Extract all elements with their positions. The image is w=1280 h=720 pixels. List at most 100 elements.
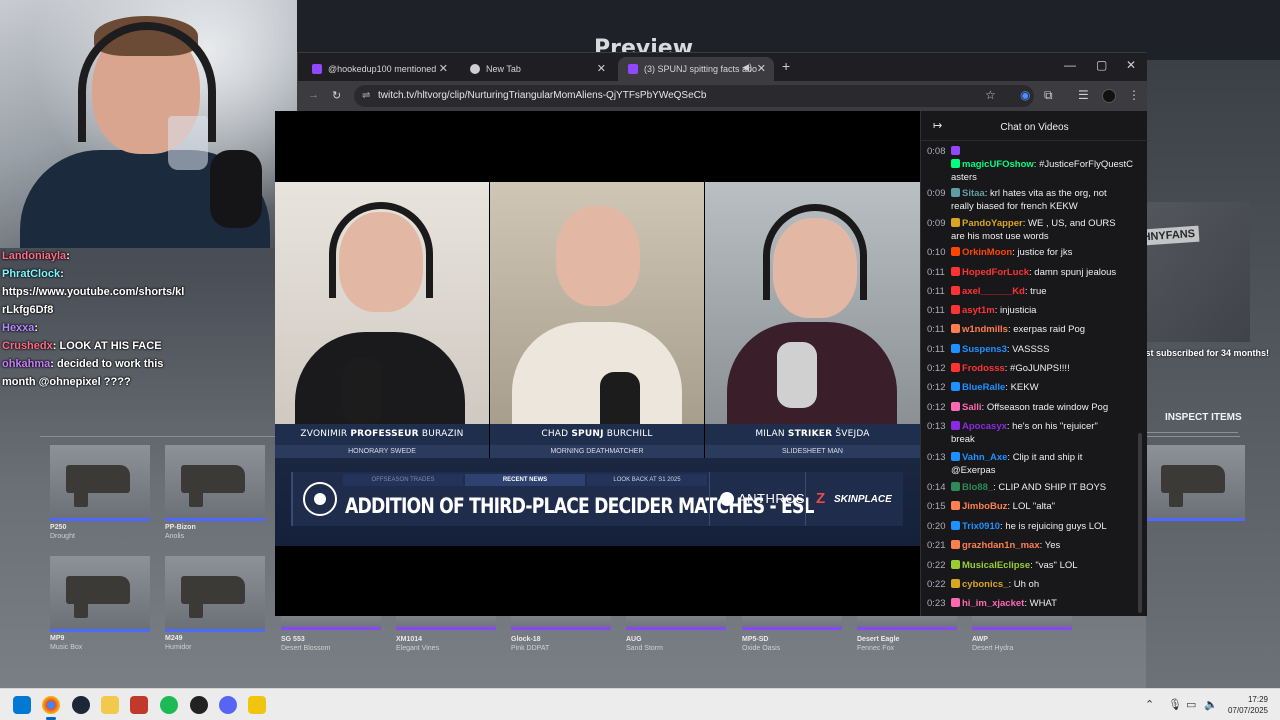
chat-username[interactable]: OrkinMoon: [962, 247, 1012, 258]
windows-start-icon[interactable]: [13, 696, 31, 714]
chat-timestamp[interactable]: 0:22: [927, 559, 949, 572]
item-card-strip[interactable]: [511, 616, 611, 630]
chat-timestamp[interactable]: 0:21: [927, 539, 949, 552]
item-card[interactable]: PP-Bizon Anolis: [165, 445, 265, 540]
chat-username[interactable]: cybonics_: [962, 579, 1008, 590]
chat-timestamp[interactable]: 0:09: [927, 187, 949, 200]
close-icon[interactable]: ✕: [597, 62, 606, 75]
chat-username[interactable]: asyt1m: [962, 305, 995, 316]
headset-icon: [329, 202, 433, 298]
tab-clip[interactable]: (3) SPUNJ spitting facts abo ◀) ✕: [618, 57, 774, 81]
chat-username[interactable]: BlueRalle: [962, 382, 1005, 393]
chat-timestamp[interactable]: 0:08: [927, 145, 949, 158]
minimize-icon[interactable]: —: [1064, 58, 1076, 72]
item-card[interactable]: M249 Humidor: [165, 556, 265, 651]
chat-timestamp[interactable]: 0:11: [927, 323, 949, 336]
chat-username[interactable]: Sitaa: [962, 188, 985, 199]
tab-new-tab[interactable]: New Tab ✕: [460, 57, 614, 81]
chat-text: : Offseason trade window Pog: [981, 402, 1109, 413]
video-player[interactable]: ZVONIMIR PROFESSEUR BURAZIN HONORARY SWE…: [275, 111, 920, 616]
chat-timestamp[interactable]: 0:11: [927, 343, 949, 356]
speaker-icon[interactable]: ◀): [742, 62, 752, 73]
system-clock[interactable]: 17:29 07/07/2025: [1224, 694, 1268, 716]
chat-timestamp[interactable]: 0:14: [927, 481, 949, 494]
speaker-icon[interactable]: 🔈: [1204, 698, 1218, 711]
tab-twitch-mention[interactable]: @hookedup100 mentioned ✕: [302, 57, 456, 81]
item-image: [50, 445, 150, 521]
item-card[interactable]: P250 Drought: [50, 445, 150, 540]
steam-icon[interactable]: [72, 696, 90, 714]
chat-timestamp[interactable]: 0:22: [927, 578, 949, 591]
display-icon[interactable]: ▭: [1186, 698, 1196, 711]
chat-timestamp[interactable]: 0:20: [927, 520, 949, 533]
chat-username[interactable]: Apocasyx: [962, 421, 1007, 432]
extension-wave-icon[interactable]: ◉: [1020, 88, 1030, 102]
menu-icon[interactable]: ⋮: [1128, 88, 1140, 102]
chat-timestamp[interactable]: 0:23: [927, 597, 949, 610]
chat-username[interactable]: Salli: [962, 402, 982, 413]
spotify-icon[interactable]: [160, 696, 178, 714]
item-card-strip[interactable]: [626, 616, 726, 630]
item-card[interactable]: MP9 Music Box: [50, 556, 150, 651]
chat-username[interactable]: Frodosss: [962, 363, 1005, 374]
chat-username[interactable]: HopedForLuck: [962, 267, 1029, 278]
app-icon[interactable]: [248, 696, 266, 714]
forward-icon[interactable]: →: [308, 89, 319, 101]
chat-username[interactable]: MusicalEclipse: [962, 560, 1030, 571]
chat-timestamp[interactable]: 0:09: [927, 217, 949, 230]
chat-username: Landoniayla: [2, 250, 67, 262]
profile-avatar[interactable]: [1102, 89, 1116, 103]
item-card-strip[interactable]: [281, 616, 381, 630]
chat-scrollbar[interactable]: [1138, 433, 1142, 613]
bookmark-star-icon[interactable]: ☆: [985, 88, 996, 102]
item-card-strip[interactable]: [742, 616, 842, 630]
chat-timestamp[interactable]: 0:12: [927, 362, 949, 375]
inspect-items-button[interactable]: INSPECT ITEMS: [1165, 412, 1242, 423]
close-icon[interactable]: ✕: [757, 62, 766, 75]
microphone-icon[interactable]: 🎙: [1168, 698, 1182, 711]
chat-timestamp[interactable]: 0:12: [927, 401, 949, 414]
site-info-icon[interactable]: ⇌: [362, 90, 370, 101]
chrome-icon[interactable]: [42, 696, 60, 714]
extensions-icon[interactable]: ⧉: [1044, 88, 1053, 103]
discord-icon[interactable]: [219, 696, 237, 714]
item-card-strip[interactable]: [857, 616, 957, 630]
chat-text: : true: [1024, 286, 1047, 297]
file-explorer-icon[interactable]: [101, 696, 119, 714]
close-window-icon[interactable]: ✕: [1126, 58, 1136, 72]
chat-username[interactable]: Blo88_: [962, 482, 993, 493]
chat-timestamp[interactable]: 0:11: [927, 266, 949, 279]
chat-timestamp[interactable]: 0:11: [927, 304, 949, 317]
chat-username[interactable]: grazhdan1n_max: [962, 540, 1040, 551]
chat-username[interactable]: w1ndmills: [962, 324, 1008, 335]
item-skin: Desert Blossom: [281, 645, 331, 652]
reload-icon[interactable]: ↻: [332, 89, 341, 102]
chat-username[interactable]: magicUFOshow: [962, 159, 1034, 170]
chat-username[interactable]: axel______Kd: [962, 286, 1025, 297]
chat-username[interactable]: PandoYapper: [962, 218, 1023, 229]
sponsor-area: ANTHROS Z SKINPLACE: [709, 472, 905, 526]
item-card-strip[interactable]: [972, 616, 1072, 630]
chat-username[interactable]: Vahn_Axe: [962, 452, 1007, 463]
item-card-strip[interactable]: [396, 616, 496, 630]
close-icon[interactable]: ✕: [439, 62, 448, 75]
chat-badge-icon: [951, 540, 960, 549]
chat-timestamp[interactable]: 0:10: [927, 246, 949, 259]
media-controls-icon[interactable]: ☰: [1078, 88, 1089, 102]
chat-username[interactable]: hi_im_xjacket: [962, 598, 1024, 609]
video-editor-icon[interactable]: [130, 696, 148, 714]
chat-username[interactable]: Suspens3: [962, 344, 1007, 355]
chat-timestamp[interactable]: 0:15: [927, 500, 949, 513]
maximize-icon[interactable]: ▢: [1096, 58, 1107, 72]
url-input[interactable]: ⇌ twitch.tv/hltvorg/clip/NurturingTriang…: [354, 85, 1034, 107]
chat-timestamp[interactable]: 0:12: [927, 381, 949, 394]
item-card[interactable]: [1145, 445, 1245, 521]
chat-timestamp[interactable]: 0:13: [927, 420, 949, 433]
new-tab-button[interactable]: +: [782, 58, 790, 74]
obs-icon[interactable]: [190, 696, 208, 714]
chevron-up-icon[interactable]: ⌃: [1145, 698, 1154, 711]
chat-timestamp[interactable]: 0:11: [927, 285, 949, 298]
chat-username[interactable]: JimboBuz: [962, 501, 1007, 512]
chat-username[interactable]: Trix0910: [962, 521, 1000, 532]
chat-timestamp[interactable]: 0:13: [927, 451, 949, 464]
